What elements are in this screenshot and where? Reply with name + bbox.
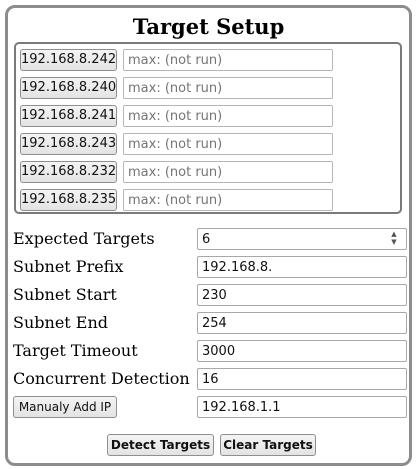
detect-targets-button[interactable]: Detect Targets: [107, 434, 214, 456]
subnet-start-row: Subnet Start: [13, 283, 407, 307]
target-ip-button[interactable]: 192.168.8.243: [20, 133, 117, 155]
target-max-field[interactable]: [123, 105, 333, 127]
expected-targets-row: Expected Targets ▲▼: [13, 227, 407, 251]
target-max-field[interactable]: [123, 133, 333, 155]
target-timeout-label: Target Timeout: [13, 341, 138, 360]
expected-targets-input[interactable]: [197, 228, 407, 250]
manual-add-row: Manualy Add IP: [13, 395, 407, 419]
target-ip-button[interactable]: 192.168.8.232: [20, 161, 117, 183]
target-row: 192.168.8.240: [20, 76, 400, 100]
manual-add-ip-button[interactable]: Manualy Add IP: [13, 396, 117, 418]
target-timeout-row: Target Timeout: [13, 339, 407, 363]
target-row: 192.168.8.232: [20, 160, 400, 184]
concurrent-detection-input[interactable]: [197, 368, 407, 390]
concurrent-detection-label: Concurrent Detection: [13, 369, 190, 388]
concurrent-detection-row: Concurrent Detection: [13, 367, 407, 391]
target-ip-button[interactable]: 192.168.8.240: [20, 77, 117, 99]
clear-targets-button[interactable]: Clear Targets: [220, 434, 316, 456]
target-ip-button[interactable]: 192.168.8.241: [20, 105, 117, 127]
expected-targets-label: Expected Targets: [13, 229, 155, 248]
target-ip-button[interactable]: 192.168.8.242: [20, 49, 117, 71]
target-list: 192.168.8.242 192.168.8.240 192.168.8.24…: [14, 42, 402, 214]
panel-title: Target Setup: [132, 14, 285, 39]
subnet-end-label: Subnet End: [13, 313, 109, 332]
target-max-field[interactable]: [123, 49, 333, 71]
target-timeout-input[interactable]: [197, 340, 407, 362]
target-max-field[interactable]: [123, 161, 333, 183]
subnet-start-input[interactable]: [197, 284, 407, 306]
subnet-end-input[interactable]: [197, 312, 407, 334]
subnet-prefix-row: Subnet Prefix: [13, 255, 407, 279]
subnet-prefix-label: Subnet Prefix: [13, 257, 124, 276]
subnet-end-row: Subnet End: [13, 311, 407, 335]
target-max-field[interactable]: [123, 77, 333, 99]
target-setup-panel: Target Setup 192.168.8.242 192.168.8.240…: [5, 5, 412, 466]
target-max-field[interactable]: [123, 189, 333, 211]
number-spinner-icon[interactable]: ▲ ▼: [388, 230, 400, 246]
target-row: 192.168.8.235: [20, 188, 400, 212]
subnet-prefix-input[interactable]: [197, 256, 407, 278]
target-ip-button[interactable]: 192.168.8.235: [20, 189, 117, 211]
target-row: 192.168.8.243: [20, 132, 400, 156]
target-row: 192.168.8.241: [20, 104, 400, 128]
manual-ip-input[interactable]: [197, 396, 407, 418]
subnet-start-label: Subnet Start: [13, 285, 117, 304]
target-row: 192.168.8.242: [20, 48, 400, 72]
